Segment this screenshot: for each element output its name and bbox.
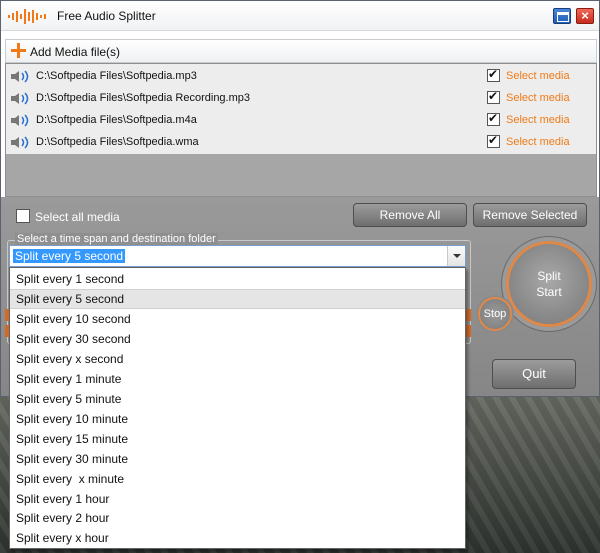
dropdown-option[interactable]: Split every 10 second xyxy=(10,309,465,329)
media-path: D:\Softpedia Files\Softpedia.wma xyxy=(36,136,199,148)
dropdown-option[interactable]: Split every 5 second xyxy=(10,289,465,309)
close-icon: × xyxy=(581,8,589,23)
split-interval-value: Split every 5 second xyxy=(13,249,126,263)
media-row[interactable]: D:\Softpedia Files\Softpedia.m4a Select … xyxy=(6,109,596,131)
remove-all-button[interactable]: Remove All xyxy=(353,203,467,227)
select-all-label: Select all media xyxy=(35,210,120,224)
dropdown-option[interactable]: Split every 1 second xyxy=(10,269,465,289)
split-interval-select[interactable]: Split every 5 second xyxy=(9,245,466,267)
split-start-label: Split Start xyxy=(536,269,562,299)
split-start-button[interactable]: Split Start xyxy=(506,241,592,327)
media-panel: C:\Softpedia Files\Softpedia.mp3 Select … xyxy=(5,63,597,197)
quit-button[interactable]: Quit xyxy=(492,359,576,389)
chevron-down-icon[interactable] xyxy=(447,246,465,266)
add-media-label: Add Media file(s) xyxy=(30,45,121,59)
select-media-link[interactable]: Select media xyxy=(506,136,570,148)
dropdown-option[interactable]: Split every x hour xyxy=(10,528,465,548)
split-interval-dropdown: Split every 1 second Split every 5 secon… xyxy=(9,267,466,549)
media-path: D:\Softpedia Files\Softpedia Recording.m… xyxy=(36,92,251,104)
media-row[interactable]: D:\Softpedia Files\Softpedia.wma Select … xyxy=(6,131,596,153)
media-path: C:\Softpedia Files\Softpedia.mp3 xyxy=(36,70,197,82)
dropdown-option[interactable]: Split every 1 hour xyxy=(10,489,465,509)
title-bar: Free Audio Splitter × xyxy=(1,1,599,31)
media-checkbox[interactable] xyxy=(487,89,500,104)
dropdown-option[interactable]: Split every 30 second xyxy=(10,329,465,349)
media-path: D:\Softpedia Files\Softpedia.m4a xyxy=(36,114,197,126)
media-row[interactable]: C:\Softpedia Files\Softpedia.mp3 Select … xyxy=(6,65,596,87)
dropdown-option[interactable]: Split every 30 minute xyxy=(10,449,465,469)
speaker-icon xyxy=(11,70,29,83)
media-list: C:\Softpedia Files\Softpedia.mp3 Select … xyxy=(6,64,596,154)
media-checkbox[interactable] xyxy=(487,133,500,148)
dropdown-option[interactable]: Split every 15 minute xyxy=(10,429,465,449)
options-group-label: Select a time span and destination folde… xyxy=(15,233,218,245)
media-checkbox[interactable] xyxy=(487,67,500,82)
media-row[interactable]: D:\Softpedia Files\Softpedia Recording.m… xyxy=(6,87,596,109)
stop-button[interactable]: Stop xyxy=(478,297,512,331)
dropdown-option[interactable]: Split every x minute xyxy=(10,469,465,489)
select-media-link[interactable]: Select media xyxy=(506,114,570,126)
select-media-link[interactable]: Select media xyxy=(506,70,570,82)
dropdown-option[interactable]: Split every 2 hour xyxy=(10,508,465,528)
remove-selected-button[interactable]: Remove Selected xyxy=(473,203,587,227)
select-media-link[interactable]: Select media xyxy=(506,92,570,104)
dropdown-option[interactable]: Split every 1 minute xyxy=(10,369,465,389)
minimize-button[interactable] xyxy=(553,8,571,24)
select-all-checkbox[interactable] xyxy=(16,209,30,223)
dropdown-option[interactable]: Split every 10 minute xyxy=(10,409,465,429)
media-checkbox[interactable] xyxy=(487,111,500,126)
speaker-icon xyxy=(11,114,29,127)
dropdown-option[interactable]: Split every x second xyxy=(10,349,465,369)
speaker-icon xyxy=(11,136,29,149)
audio-wave-icon xyxy=(8,9,46,24)
add-media-button[interactable]: Add Media file(s) xyxy=(5,39,597,63)
dropdown-option[interactable]: Split every 5 minute xyxy=(10,389,465,409)
plus-icon xyxy=(11,43,26,58)
speaker-icon xyxy=(11,92,29,105)
close-button[interactable]: × xyxy=(576,8,594,24)
window-title: Free Audio Splitter xyxy=(57,9,156,23)
